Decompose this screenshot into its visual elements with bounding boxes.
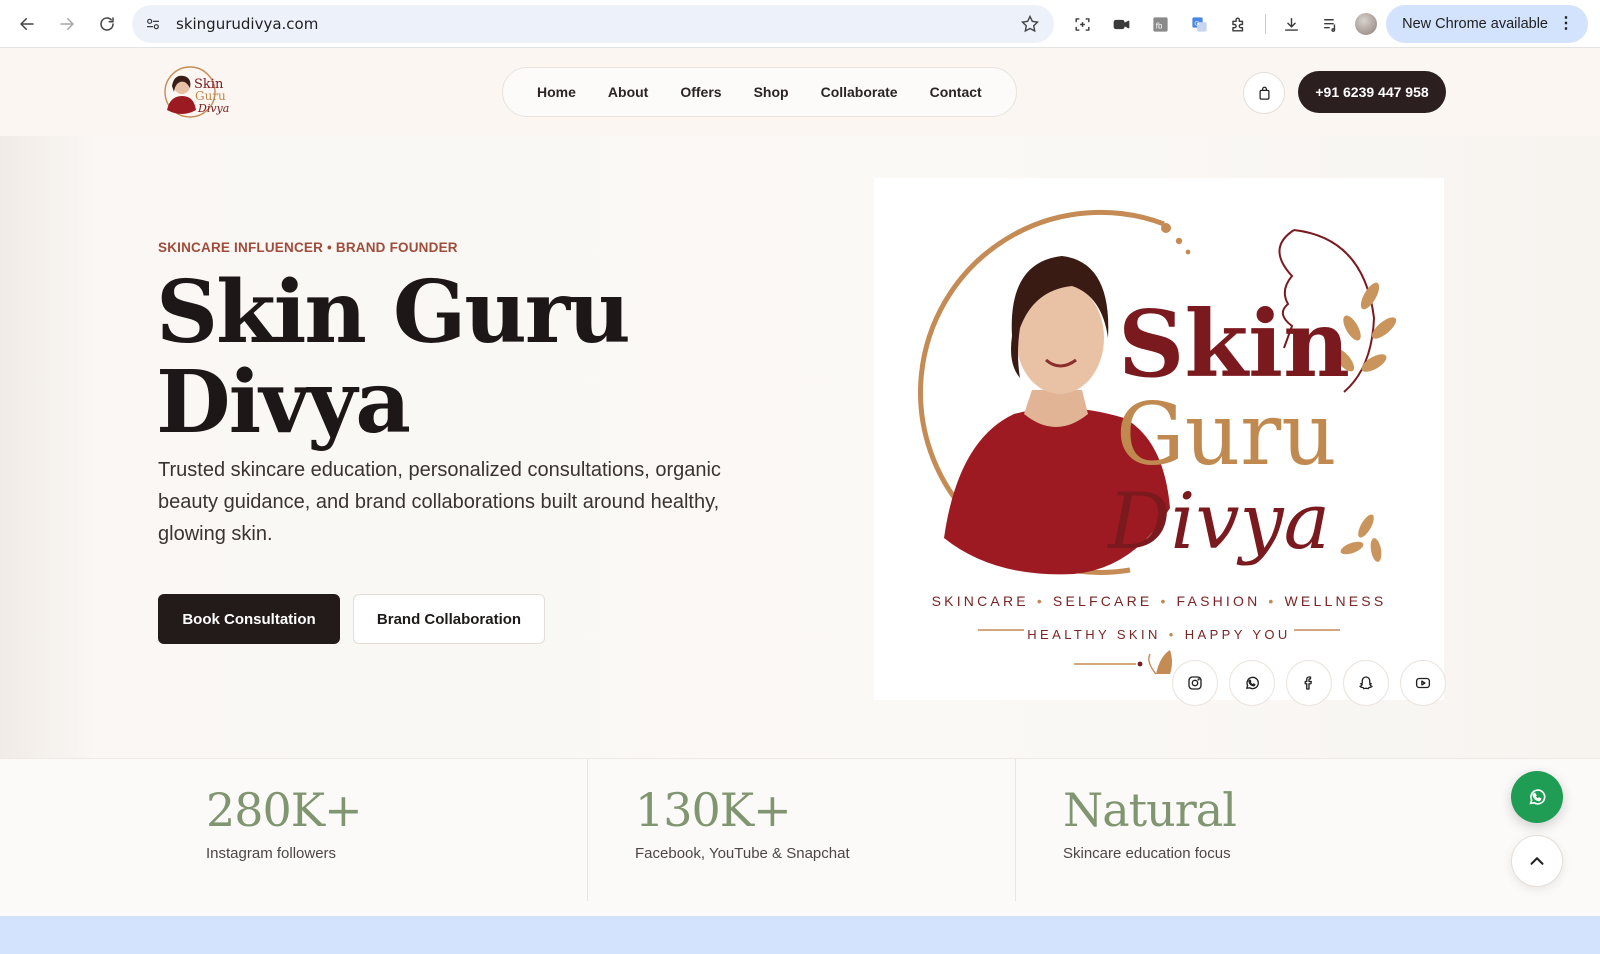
tag-skincare: SKINCARE: [931, 593, 1029, 609]
snapchat-icon: [1359, 676, 1373, 690]
stat-label: Skincare education focus: [1063, 845, 1231, 862]
browser-toolbar: skingurudivya.com fb G New Chrome availa…: [0, 0, 1600, 48]
svg-text:fb: fb: [1155, 21, 1162, 30]
profile-avatar[interactable]: [1355, 13, 1377, 35]
back-button[interactable]: [8, 5, 46, 43]
nav-shop[interactable]: Shop: [738, 84, 805, 100]
hero-eyebrow: SKINCARE INFLUENCER • BRAND FOUNDER: [158, 240, 458, 255]
nav-offers[interactable]: Offers: [664, 84, 737, 100]
brand-tags: SKINCARE • SELFCARE • FASHION • WELLNESS: [931, 593, 1387, 609]
facebook-button[interactable]: [1286, 660, 1332, 706]
reload-button[interactable]: [88, 5, 126, 43]
hero-title: Skin Guru Divya: [156, 268, 776, 448]
hero-title-line2: Divya: [156, 352, 411, 453]
logo-word-skin: Skin: [1118, 290, 1350, 398]
site-settings-icon[interactable]: [144, 15, 162, 33]
nav-contact[interactable]: Contact: [914, 84, 998, 100]
whatsapp-icon: [1246, 676, 1259, 690]
bottom-section-strip: [0, 916, 1600, 954]
site-logo[interactable]: Skin Guru Divya: [162, 64, 236, 120]
stats-section: 280K+ Instagram followers 130K+ Facebook…: [0, 758, 1600, 916]
subtag-healthy-skin: HEALTHY SKIN: [1027, 627, 1161, 642]
brand-subtags: HEALTHY SKIN • HAPPY YOU: [1027, 627, 1291, 642]
nav-about[interactable]: About: [592, 84, 664, 100]
more-menu-icon[interactable]: ⋮: [1558, 16, 1574, 32]
translate-icon[interactable]: G: [1185, 10, 1213, 38]
screenshot-icon[interactable]: [1068, 10, 1096, 38]
stat-value: Natural: [1063, 783, 1237, 837]
chevron-up-icon: [1530, 857, 1544, 865]
forward-button[interactable]: [48, 5, 86, 43]
media-playlist-icon[interactable]: [1316, 10, 1344, 38]
brand-collaboration-button[interactable]: Brand Collaboration: [353, 594, 545, 644]
stat-value: 280K+: [206, 783, 363, 837]
brand-logo-artwork: Skin Guru Divya: [918, 209, 1397, 675]
bookmark-star-icon[interactable]: [1020, 14, 1040, 34]
social-links: [1172, 660, 1457, 706]
youtube-icon: [1415, 677, 1431, 689]
url-text[interactable]: skingurudivya.com: [176, 15, 318, 33]
svg-text:Divya: Divya: [197, 102, 229, 115]
arrow-right-icon: [60, 17, 74, 30]
tag-selfcare: SELFCARE: [1052, 593, 1153, 609]
whatsapp-button[interactable]: [1229, 660, 1275, 706]
logo-mark-icon: Skin Guru Divya: [164, 66, 229, 118]
book-consultation-button[interactable]: Book Consultation: [158, 594, 340, 644]
hero-description: Trusted skincare education, personalized…: [158, 459, 721, 545]
whatsapp-chat-button[interactable]: [1511, 771, 1563, 823]
shopping-bag-icon: [1259, 86, 1269, 100]
puzzle-extensions-icon[interactable]: [1224, 10, 1252, 38]
extension-fb-icon[interactable]: fb: [1146, 10, 1174, 38]
instagram-icon: [1188, 676, 1202, 690]
youtube-button[interactable]: [1400, 660, 1446, 706]
scroll-to-top-button[interactable]: [1511, 835, 1563, 887]
hero-title-line1: Skin Guru: [156, 262, 631, 363]
main-navigation: Home About Offers Shop Collaborate Conta…: [502, 67, 1017, 117]
tag-fashion: FASHION: [1176, 593, 1261, 609]
brand-logo-card: Skin Guru Divya SKINCARE • SELFCARE • FASHIO…: [874, 178, 1444, 700]
tag-wellness: WELLNESS: [1284, 593, 1387, 609]
stat-divider: [587, 759, 588, 901]
extension-toolbar: fb G: [1068, 10, 1389, 38]
stat-value: 130K+: [635, 783, 792, 837]
phone-button[interactable]: +91 6239 447 958: [1298, 71, 1446, 113]
download-icon[interactable]: [1277, 10, 1305, 38]
reload-icon: [100, 16, 114, 31]
nav-home[interactable]: Home: [521, 84, 592, 100]
toolbar-separator: [1265, 14, 1266, 34]
svg-text:Guru: Guru: [195, 89, 226, 103]
stat-divider: [1015, 759, 1016, 901]
cart-button[interactable]: [1243, 72, 1285, 114]
stat-label: Facebook, YouTube & Snapchat: [635, 845, 850, 862]
snapchat-button[interactable]: [1343, 660, 1389, 706]
instagram-button[interactable]: [1172, 660, 1218, 706]
stat-label: Instagram followers: [206, 845, 337, 862]
site-header: Skin Guru Divya Home About Offers Shop C…: [0, 48, 1600, 136]
svg-text:G: G: [1194, 20, 1199, 27]
update-label: New Chrome available: [1402, 16, 1548, 32]
arrow-left-icon: [20, 17, 34, 30]
whatsapp-icon: [1529, 789, 1546, 805]
subtag-happy-you: HAPPY YOU: [1184, 627, 1291, 642]
video-camera-icon[interactable]: [1107, 10, 1135, 38]
facebook-icon: [1304, 676, 1312, 690]
logo-word-guru: Guru: [1116, 385, 1337, 485]
address-bar[interactable]: skingurudivya.com: [132, 5, 1054, 43]
nav-collaborate[interactable]: Collaborate: [805, 84, 914, 100]
chrome-update-button[interactable]: New Chrome available ⋮: [1386, 5, 1588, 43]
logo-word-divya: Divya: [1106, 477, 1330, 567]
